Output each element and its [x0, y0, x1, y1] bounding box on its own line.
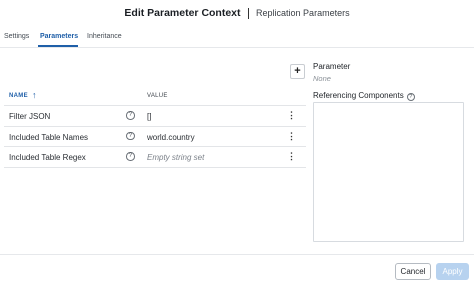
dialog-title: Edit Parameter Context — [124, 7, 241, 19]
column-header-value: VALUE — [147, 93, 168, 99]
column-header-name[interactable]: NAME — [9, 93, 28, 99]
dialog-subtitle: Replication Parameters — [256, 8, 350, 18]
active-tab-indicator — [38, 45, 78, 47]
parameter-name: Filter JSON — [9, 112, 51, 121]
table-row[interactable]: Included Table Names ? world.country ⋮ — [4, 127, 306, 147]
referencing-components-label: Referencing Components — [313, 91, 404, 100]
parameter-value: world.country — [147, 132, 195, 142]
arrow-up-icon[interactable]: ↑ — [32, 90, 37, 100]
help-icon[interactable]: ? — [126, 152, 135, 161]
parameter-value: [] — [147, 112, 152, 121]
help-icon[interactable]: ? — [126, 111, 135, 120]
help-icon[interactable]: ? — [406, 93, 415, 101]
title-divider — [247, 7, 250, 19]
parameter-label: Parameter — [313, 62, 351, 71]
parameter-name: Included Table Regex — [9, 153, 86, 162]
parameters-table: NAME ↑ VALUE Filter JSON ? [] ⋮ Included… — [4, 88, 306, 168]
parameter-name: Included Table Names — [9, 132, 89, 142]
add-parameter-button[interactable]: + — [290, 64, 305, 79]
referencing-components-list[interactable] — [313, 102, 464, 242]
referencing-components-heading: Referencing Components? — [313, 91, 415, 101]
cancel-button[interactable]: Cancel — [395, 263, 431, 280]
dialog-footer: Cancel Apply — [0, 254, 474, 282]
parameter-details: Parameter None — [313, 62, 466, 83]
dialog-header: Edit Parameter Context Replication Param… — [0, 0, 474, 26]
edit-parameter-context-dialog: Edit Parameter Context Replication Param… — [0, 0, 474, 282]
tab-bar: Settings Parameters Inheritance — [0, 30, 474, 48]
apply-button[interactable]: Apply — [436, 263, 469, 280]
table-row[interactable]: Included Table Regex ? Empty string set … — [4, 147, 306, 168]
tab-parameters[interactable]: Parameters — [40, 33, 78, 40]
tab-inheritance[interactable]: Inheritance — [87, 33, 122, 40]
more-vertical-icon[interactable]: ⋮ — [287, 131, 296, 141]
table-header: NAME ↑ VALUE — [4, 88, 306, 106]
table-row[interactable]: Filter JSON ? [] ⋮ — [4, 106, 306, 127]
tab-settings[interactable]: Settings — [4, 33, 29, 40]
help-icon[interactable]: ? — [126, 131, 135, 140]
more-vertical-icon[interactable]: ⋮ — [287, 111, 296, 120]
parameter-selection-value: None — [313, 74, 331, 83]
parameter-value: Empty string set — [147, 153, 205, 162]
more-vertical-icon[interactable]: ⋮ — [287, 152, 296, 161]
